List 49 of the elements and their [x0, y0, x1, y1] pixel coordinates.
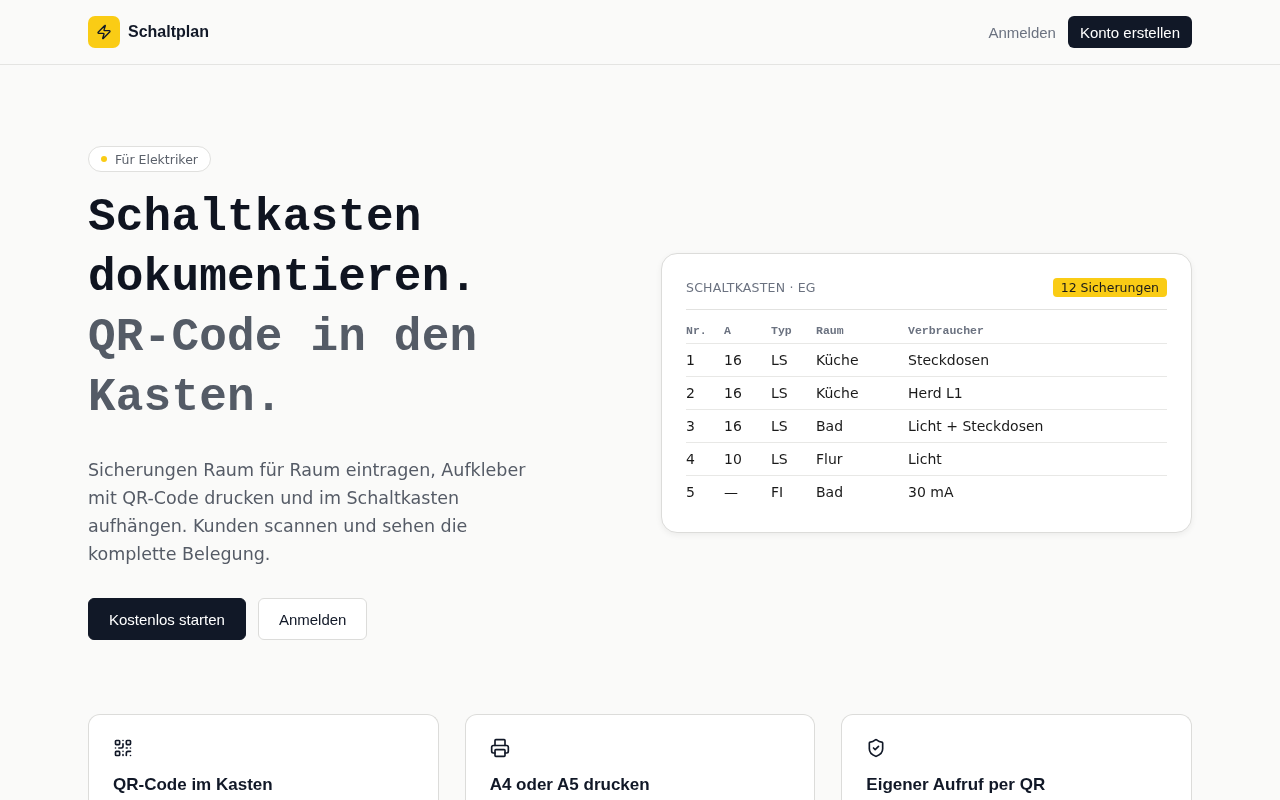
table-cell: Herd L1	[908, 376, 1167, 410]
table-cell: 30 mA	[908, 475, 1167, 509]
table-cell: LS	[771, 442, 816, 476]
table-cell: LS	[771, 376, 816, 410]
table-cell: Bad	[816, 409, 908, 443]
table-cell: 2	[686, 376, 724, 410]
dot-icon	[101, 156, 107, 162]
table-cell: Flur	[816, 442, 908, 476]
table-cell: 10	[724, 442, 771, 476]
lightning-icon	[88, 16, 120, 48]
shield-check-icon	[866, 738, 887, 758]
brand-name: Schaltplan	[128, 23, 209, 41]
column-header: Nr.	[686, 323, 724, 344]
table-cell: —	[724, 475, 771, 509]
column-header: Verbraucher	[908, 323, 1167, 344]
column-header: A	[724, 323, 771, 344]
printer-icon	[489, 738, 510, 758]
hero-heading: Schaltkasten dokumentieren.	[88, 191, 479, 306]
start-button[interactable]: Kostenlos starten	[88, 598, 246, 640]
table-cell: LS	[771, 409, 816, 443]
table-cell: 1	[686, 343, 724, 377]
feature-title: Eigener Aufruf per QR	[866, 774, 1047, 796]
table-cell: 16	[724, 409, 771, 443]
table-cell: 4	[686, 442, 724, 476]
hero-subheading: QR-Code in den Kasten.	[88, 311, 479, 426]
table-cell: 16	[724, 376, 771, 410]
qr-code-icon	[113, 738, 133, 758]
table-cell: 3	[686, 409, 724, 443]
table-cell: LS	[771, 343, 816, 377]
panel-title: SCHALTKASTEN · EG	[686, 279, 816, 295]
hero-description: Sicherungen Raum für Raum eintragen, Aufkleber mit QR-Code drucken und im Schaltkasten aufhängen. Kunden scannen und sehen die komplette Belegung.	[88, 459, 527, 566]
table-cell: Steckdosen	[908, 343, 1167, 377]
table-cell: FI	[771, 475, 816, 509]
signup-button[interactable]: Konto erstellen	[1067, 16, 1192, 48]
column-header: Raum	[816, 323, 908, 344]
table-cell: Küche	[816, 376, 908, 410]
table-cell: Bad	[816, 475, 908, 509]
login-button[interactable]: Anmelden	[257, 598, 368, 640]
table-cell: Küche	[816, 343, 908, 377]
table-cell: Licht + Steckdosen	[908, 409, 1167, 443]
column-header: Typ	[771, 323, 816, 344]
fuse-count-badge: 12 Sicherungen	[1052, 277, 1167, 297]
feature-title: A4 oder A5 drucken	[489, 774, 651, 796]
feature-title: QR-Code im Kasten	[113, 774, 274, 796]
table-cell: 5	[686, 475, 724, 509]
table-cell: 16	[724, 343, 771, 377]
login-link[interactable]: Anmelden	[988, 23, 1056, 41]
table-cell: Licht	[908, 442, 1167, 476]
tag-text: Für Elektriker	[115, 151, 198, 167]
